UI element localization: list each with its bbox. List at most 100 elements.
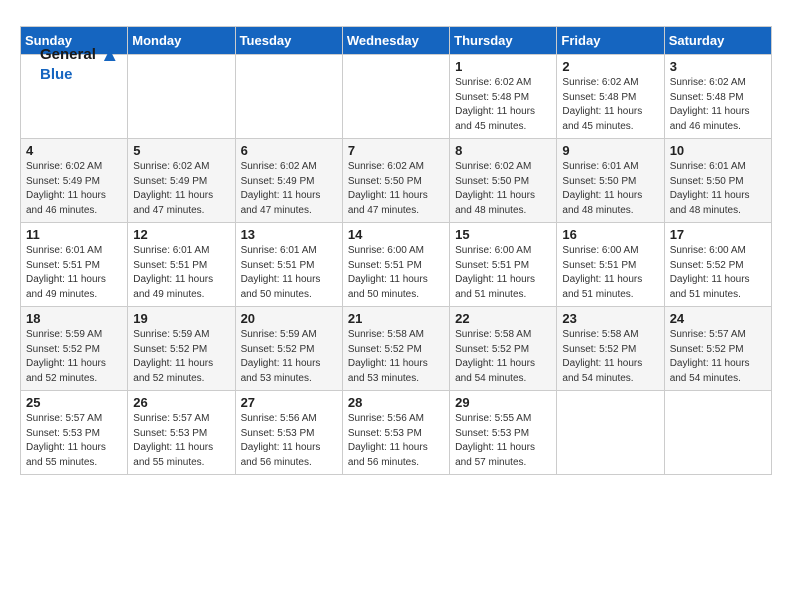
day-number: 5 [133, 143, 229, 158]
day-info: Sunrise: 5:57 AMSunset: 5:53 PMDaylight:… [26, 412, 122, 470]
day-number: 22 [455, 311, 551, 326]
calendar-cell: 15 Sunrise: 6:00 AMSunset: 5:51 PMDayligh… [450, 223, 557, 307]
calendar-cell: 10 Sunrise: 6:01 AMSunset: 5:50 PMDayligh… [664, 139, 771, 223]
day-info: Sunrise: 5:59 AMSunset: 5:52 PMDaylight:… [241, 328, 337, 386]
calendar-cell: 5Sunrise: 6:02 AMSunset: 5:49 PMDaylight… [128, 139, 235, 223]
logo-general: General [40, 47, 96, 64]
day-info: Sunrise: 6:02 AMSunset: 5:48 PMDaylight:… [455, 76, 551, 134]
day-info: Sunrise: 6:00 AMSunset: 5:51 PMDaylight:… [455, 244, 551, 302]
day-number: 26 [133, 395, 229, 410]
day-number: 9 [562, 143, 658, 158]
logo-blue: Blue [40, 67, 73, 84]
day-number: 29 [455, 395, 551, 410]
day-info: Sunrise: 6:02 AMSunset: 5:48 PMDaylight:… [562, 76, 658, 134]
day-number: 1 [455, 59, 551, 74]
calendar-cell: 21 Sunrise: 5:58 AMSunset: 5:52 PMDayligh… [342, 307, 449, 391]
day-info: Sunrise: 6:01 AMSunset: 5:51 PMDaylight:… [133, 244, 229, 302]
day-number: 28 [348, 395, 444, 410]
day-number: 16 [562, 227, 658, 242]
calendar-cell: 4 Sunrise: 6:02 AMSunset: 5:49 PMDaylight… [21, 139, 128, 223]
day-number: 25 [26, 395, 122, 410]
day-number: 6 [241, 143, 337, 158]
day-number: 12 [133, 227, 229, 242]
day-number: 3 [670, 59, 766, 74]
day-number: 2 [562, 59, 658, 74]
dow-header-thursday: Thursday [450, 27, 557, 55]
calendar-cell: 11 Sunrise: 6:01 AMSunset: 5:51 PMDayligh… [21, 223, 128, 307]
day-info: Sunrise: 5:58 AMSunset: 5:52 PMDaylight:… [562, 328, 658, 386]
day-info: Sunrise: 5:59 AMSunset: 5:52 PMDaylight:… [133, 328, 229, 386]
dow-header-monday: Monday [128, 27, 235, 55]
calendar-cell: 29 Sunrise: 5:55 AMSunset: 5:53 PMDayligh… [450, 391, 557, 475]
calendar-cell: 2 Sunrise: 6:02 AMSunset: 5:48 PMDaylight… [557, 55, 664, 139]
day-info: Sunrise: 6:01 AMSunset: 5:51 PMDaylight:… [241, 244, 337, 302]
day-info: Sunrise: 6:01 AMSunset: 5:50 PMDaylight:… [670, 160, 766, 218]
day-number: 15 [455, 227, 551, 242]
day-number: 24 [670, 311, 766, 326]
day-info: Sunrise: 6:00 AMSunset: 5:52 PMDaylight:… [670, 244, 766, 302]
calendar-cell: 22 Sunrise: 5:58 AMSunset: 5:52 PMDayligh… [450, 307, 557, 391]
calendar-cell [342, 55, 449, 139]
calendar-cell: 19 Sunrise: 5:59 AMSunset: 5:52 PMDayligh… [128, 307, 235, 391]
day-number: 18 [26, 311, 122, 326]
calendar-cell: 20 Sunrise: 5:59 AMSunset: 5:52 PMDayligh… [235, 307, 342, 391]
calendar-cell [128, 55, 235, 139]
day-info: Sunrise: 5:58 AMSunset: 5:52 PMDaylight:… [348, 328, 444, 386]
calendar-cell: 8 Sunrise: 6:02 AMSunset: 5:50 PMDaylight… [450, 139, 557, 223]
calendar-cell: 23 Sunrise: 5:58 AMSunset: 5:52 PMDayligh… [557, 307, 664, 391]
day-number: 14 [348, 227, 444, 242]
day-info: Sunrise: 5:59 AMSunset: 5:52 PMDaylight:… [26, 328, 122, 386]
calendar-cell: 7 Sunrise: 6:02 AMSunset: 5:50 PMDaylight… [342, 139, 449, 223]
day-info: Sunrise: 6:02 AMSunset: 5:50 PMDaylight:… [348, 160, 444, 218]
day-number: 11 [26, 227, 122, 242]
day-number: 20 [241, 311, 337, 326]
day-number: 17 [670, 227, 766, 242]
day-info: Sunrise: 5:57 AMSunset: 5:53 PMDaylight:… [133, 412, 229, 470]
logo: General ▲ Blue [40, 44, 120, 84]
day-info: Sunrise: 5:57 AMSunset: 5:52 PMDaylight:… [670, 328, 766, 386]
calendar-cell: 3 Sunrise: 6:02 AMSunset: 5:48 PMDaylight… [664, 55, 771, 139]
day-number: 13 [241, 227, 337, 242]
dow-header-saturday: Saturday [664, 27, 771, 55]
calendar-cell: 17 Sunrise: 6:00 AMSunset: 5:52 PMDayligh… [664, 223, 771, 307]
day-info: Sunrise: 6:00 AMSunset: 5:51 PMDaylight:… [562, 244, 658, 302]
day-number: 4 [26, 143, 122, 158]
calendar-cell: 6 Sunrise: 6:02 AMSunset: 5:49 PMDaylight… [235, 139, 342, 223]
calendar-table: SundayMondayTuesdayWednesdayThursdayFrid… [20, 26, 772, 475]
calendar-cell: 12 Sunrise: 6:01 AMSunset: 5:51 PMDayligh… [128, 223, 235, 307]
calendar-cell [235, 55, 342, 139]
day-number: 23 [562, 311, 658, 326]
day-info: Sunrise: 6:00 AMSunset: 5:51 PMDaylight:… [348, 244, 444, 302]
calendar-cell: 9 Sunrise: 6:01 AMSunset: 5:50 PMDaylight… [557, 139, 664, 223]
calendar-cell: 18 Sunrise: 5:59 AMSunset: 5:52 PMDayligh… [21, 307, 128, 391]
day-info: Sunrise: 5:55 AMSunset: 5:53 PMDaylight:… [455, 412, 551, 470]
calendar-cell [664, 391, 771, 475]
calendar-cell: 28 Sunrise: 5:56 AMSunset: 5:53 PMDayligh… [342, 391, 449, 475]
day-info: Sunrise: 5:58 AMSunset: 5:52 PMDaylight:… [455, 328, 551, 386]
calendar-cell: 13 Sunrise: 6:01 AMSunset: 5:51 PMDayligh… [235, 223, 342, 307]
day-info: Sunrise: 6:02 AMSunset: 5:50 PMDaylight:… [455, 160, 551, 218]
day-info: Sunrise: 6:02 AMSunset: 5:49 PMDaylight:… [26, 160, 122, 218]
day-number: 7 [348, 143, 444, 158]
day-number: 21 [348, 311, 444, 326]
calendar-cell: 24 Sunrise: 5:57 AMSunset: 5:52 PMDayligh… [664, 307, 771, 391]
day-number: 10 [670, 143, 766, 158]
calendar-cell: 26 Sunrise: 5:57 AMSunset: 5:53 PMDayligh… [128, 391, 235, 475]
day-info: Sunrise: 6:02 AMSunset: 5:48 PMDaylight:… [670, 76, 766, 134]
dow-header-friday: Friday [557, 27, 664, 55]
calendar-cell: 25 Sunrise: 5:57 AMSunset: 5:53 PMDayligh… [21, 391, 128, 475]
day-info: Sunrise: 6:01 AMSunset: 5:51 PMDaylight:… [26, 244, 122, 302]
day-info: Sunrise: 5:56 AMSunset: 5:53 PMDaylight:… [348, 412, 444, 470]
logo-bird-icon: ▲ [100, 44, 120, 67]
dow-header-wednesday: Wednesday [342, 27, 449, 55]
day-number: 8 [455, 143, 551, 158]
calendar-cell: 14 Sunrise: 6:00 AMSunset: 5:51 PMDayligh… [342, 223, 449, 307]
day-number: 19 [133, 311, 229, 326]
day-info: Sunrise: 5:56 AMSunset: 5:53 PMDaylight:… [241, 412, 337, 470]
day-info: Sunrise: 6:02 AMSunset: 5:49 PMDaylight:… [241, 160, 337, 218]
calendar-cell: 27 Sunrise: 5:56 AMSunset: 5:53 PMDayligh… [235, 391, 342, 475]
day-number: 27 [241, 395, 337, 410]
day-info: Sunrise: 6:01 AMSunset: 5:50 PMDaylight:… [562, 160, 658, 218]
calendar-cell: 1 Sunrise: 6:02 AMSunset: 5:48 PMDaylight… [450, 55, 557, 139]
calendar-cell: 16 Sunrise: 6:00 AMSunset: 5:51 PMDayligh… [557, 223, 664, 307]
